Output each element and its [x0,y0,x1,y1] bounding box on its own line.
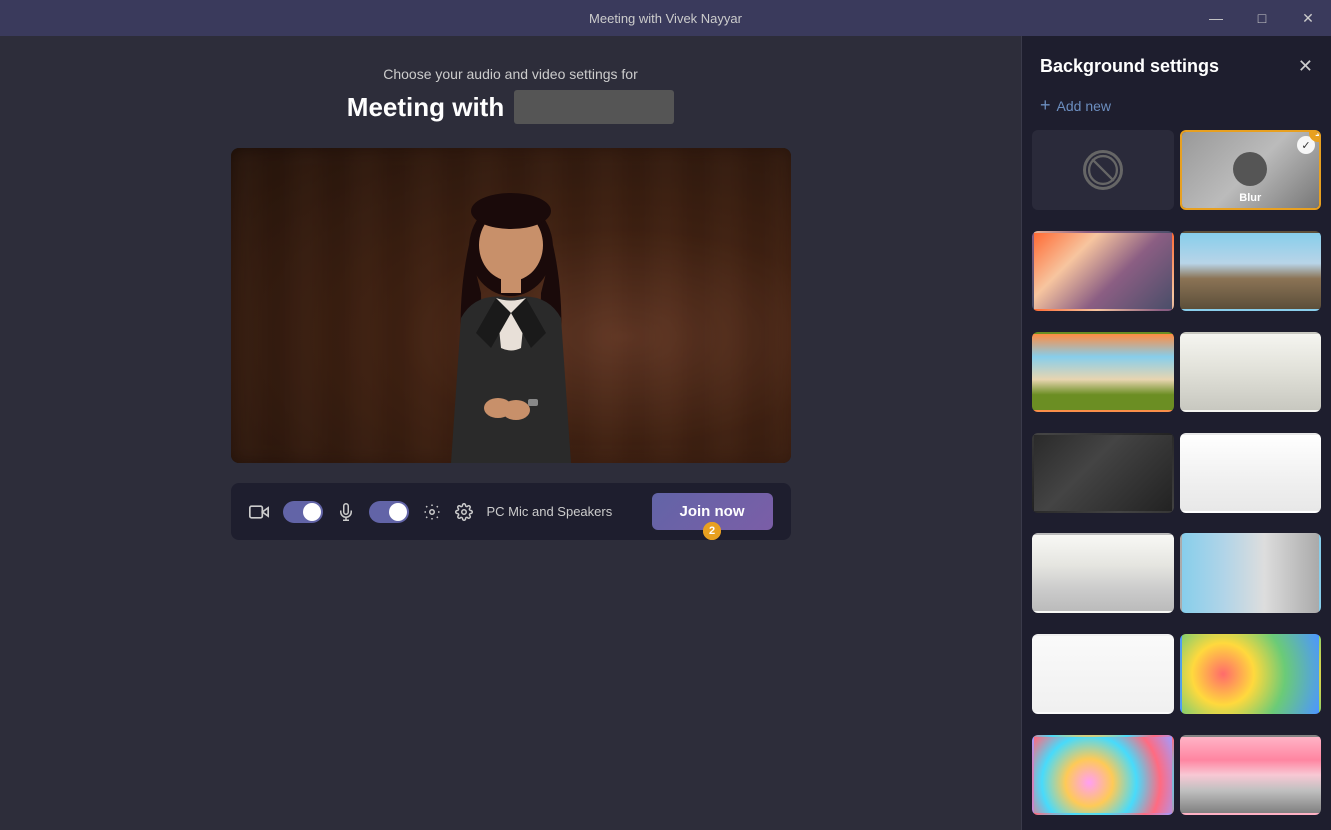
person-preview [401,173,621,463]
close-button[interactable]: ✕ [1285,0,1331,36]
bg-option-colorful[interactable]: ✓ [1032,231,1174,311]
camera-icon [249,502,269,522]
mic-toggle[interactable] [369,501,409,523]
background-grid: ✓ 1 Blur ✓ ✓ ✓ ✓ [1022,130,1331,830]
no-background-icon [1083,150,1123,190]
blur-label: Blur [1239,192,1261,204]
effects-icon[interactable] [423,503,441,521]
bg-option-city[interactable]: ✓ [1032,332,1174,412]
join-btn-wrapper: Join now 2 [652,493,773,530]
bg-settings-close[interactable]: ✕ [1298,56,1313,77]
bg-settings-header: Background settings ✕ [1022,36,1331,89]
bg-option-glass-room[interactable]: ✓ [1180,533,1322,613]
audio-device-label: PC Mic and Speakers [487,504,613,519]
bg-option-bedroom[interactable]: ✓ [1032,533,1174,613]
controls-bar: PC Mic and Speakers Join now 2 [231,483,791,540]
bg-settings-title: Background settings [1040,56,1219,77]
bg-option-office[interactable]: ✓ [1180,231,1322,311]
meeting-with-label: Meeting with [347,92,504,123]
settings-icon[interactable] [455,503,473,521]
plus-icon: + [1040,95,1051,116]
bg-option-modern-room[interactable]: ✓ [1180,332,1322,412]
bg-option-minimal-white[interactable]: ✓ [1032,634,1174,714]
video-toggle[interactable] [283,501,323,523]
bg-option-colorful-balls[interactable]: ✓ [1180,634,1322,714]
window-controls: — □ ✕ [1193,0,1331,36]
join-badge: 2 [703,522,721,540]
blur-preview-circle [1233,152,1267,186]
bg-option-dark-room[interactable]: ✓ [1032,433,1174,513]
bg-option-blur[interactable]: 1 Blur ✓ [1180,130,1322,210]
bg-option-bridge[interactable]: ✓ [1180,735,1322,815]
meeting-title-container: Meeting with [347,90,674,124]
title-bar: Meeting with Vivek Nayyar — □ ✕ [0,0,1331,36]
bg-option-none[interactable]: ✓ [1032,130,1174,210]
meeting-name-redacted [514,90,674,124]
left-panel: Choose your audio and video settings for… [0,36,1021,830]
right-panel: Background settings ✕ + Add new ✓ [1021,36,1331,830]
minimize-button[interactable]: — [1193,0,1239,36]
video-preview [231,148,791,463]
bg-option-pastel-balls[interactable]: ✓ [1032,735,1174,815]
maximize-button[interactable]: □ [1239,0,1285,36]
bg-option-bright-room[interactable]: ✓ [1180,433,1322,513]
add-new-label: Add new [1057,98,1111,114]
window-title: Meeting with Vivek Nayyar [589,11,742,26]
subtitle: Choose your audio and video settings for [383,66,638,82]
main-layout: Choose your audio and video settings for… [0,36,1331,830]
add-new-background-button[interactable]: + Add new [1022,89,1331,130]
mic-icon [337,503,355,521]
